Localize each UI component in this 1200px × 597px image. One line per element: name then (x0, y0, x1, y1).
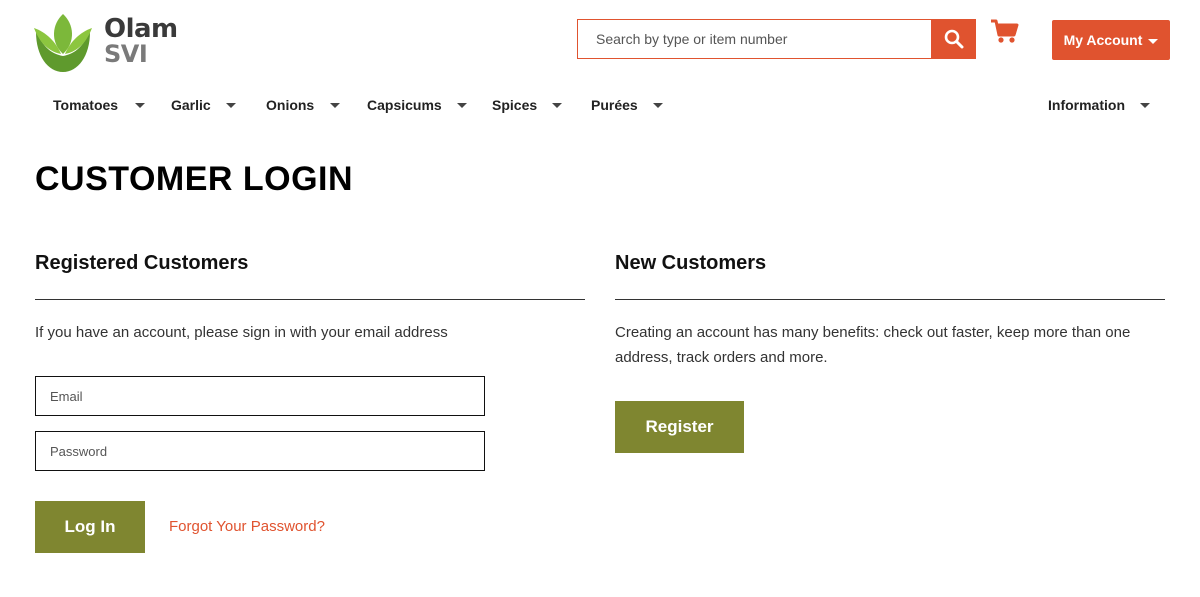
search-bar (577, 19, 976, 59)
nav-item-label: Tomatoes (53, 97, 119, 113)
chevron-down-icon (456, 102, 467, 108)
main-nav: Tomatoes Garlic Onions Capsicums Spices … (0, 92, 1200, 118)
password-field[interactable] (35, 431, 485, 471)
leaf-logo-icon (34, 14, 92, 72)
nav-item-garlic[interactable]: Garlic (171, 92, 236, 118)
registered-customers-title: Registered Customers (35, 252, 249, 274)
chevron-down-icon (330, 102, 341, 108)
my-account-label: My Account (1063, 32, 1143, 48)
new-customers-section: New Customers Creating an account has ma… (615, 252, 1165, 453)
nav-item-label: Capsicums (367, 97, 442, 113)
shopping-cart-icon (991, 19, 1019, 43)
section-divider (615, 299, 1165, 300)
nav-item-purees[interactable]: Purées (591, 92, 663, 118)
cart-button[interactable] (990, 18, 1020, 46)
section-divider (35, 299, 585, 300)
new-customers-title: New Customers (615, 252, 767, 274)
chevron-down-icon (135, 102, 146, 108)
search-button[interactable] (931, 19, 976, 59)
chevron-down-icon (652, 102, 663, 108)
search-icon (944, 29, 963, 49)
logo-text-svi: SVI (104, 40, 148, 68)
page-title: CUSTOMER LOGIN (35, 160, 354, 198)
chevron-down-icon (1148, 38, 1159, 44)
registered-customers-section: Registered Customers If you have an acco… (35, 252, 585, 553)
email-field[interactable] (35, 376, 485, 416)
registered-customers-text: If you have an account, please sign in w… (35, 324, 448, 341)
chevron-down-icon (552, 102, 563, 108)
nav-item-label: Onions (266, 97, 315, 113)
nav-item-information[interactable]: Information (1048, 92, 1150, 118)
search-input[interactable] (578, 20, 932, 58)
nav-item-label: Purées (591, 97, 638, 113)
nav-item-onions[interactable]: Onions (266, 92, 341, 118)
login-button[interactable]: Log In (35, 501, 145, 553)
nav-item-label: Spices (492, 97, 538, 113)
nav-item-tomatoes[interactable]: Tomatoes (53, 92, 146, 118)
register-button[interactable]: Register (615, 401, 744, 453)
nav-item-spices[interactable]: Spices (492, 92, 563, 118)
nav-item-label: Information (1048, 97, 1125, 113)
nav-item-label: Garlic (171, 97, 211, 113)
olam-svi-logo[interactable]: Olam SVI (30, 10, 190, 74)
new-customers-text: Creating an account has many benefits: c… (615, 324, 1131, 366)
forgot-password-link[interactable]: Forgot Your Password? (169, 518, 325, 535)
my-account-button[interactable]: My Account (1052, 20, 1170, 60)
chevron-down-icon (225, 102, 236, 108)
nav-item-capsicums[interactable]: Capsicums (367, 92, 467, 118)
chevron-down-icon (1140, 102, 1150, 108)
